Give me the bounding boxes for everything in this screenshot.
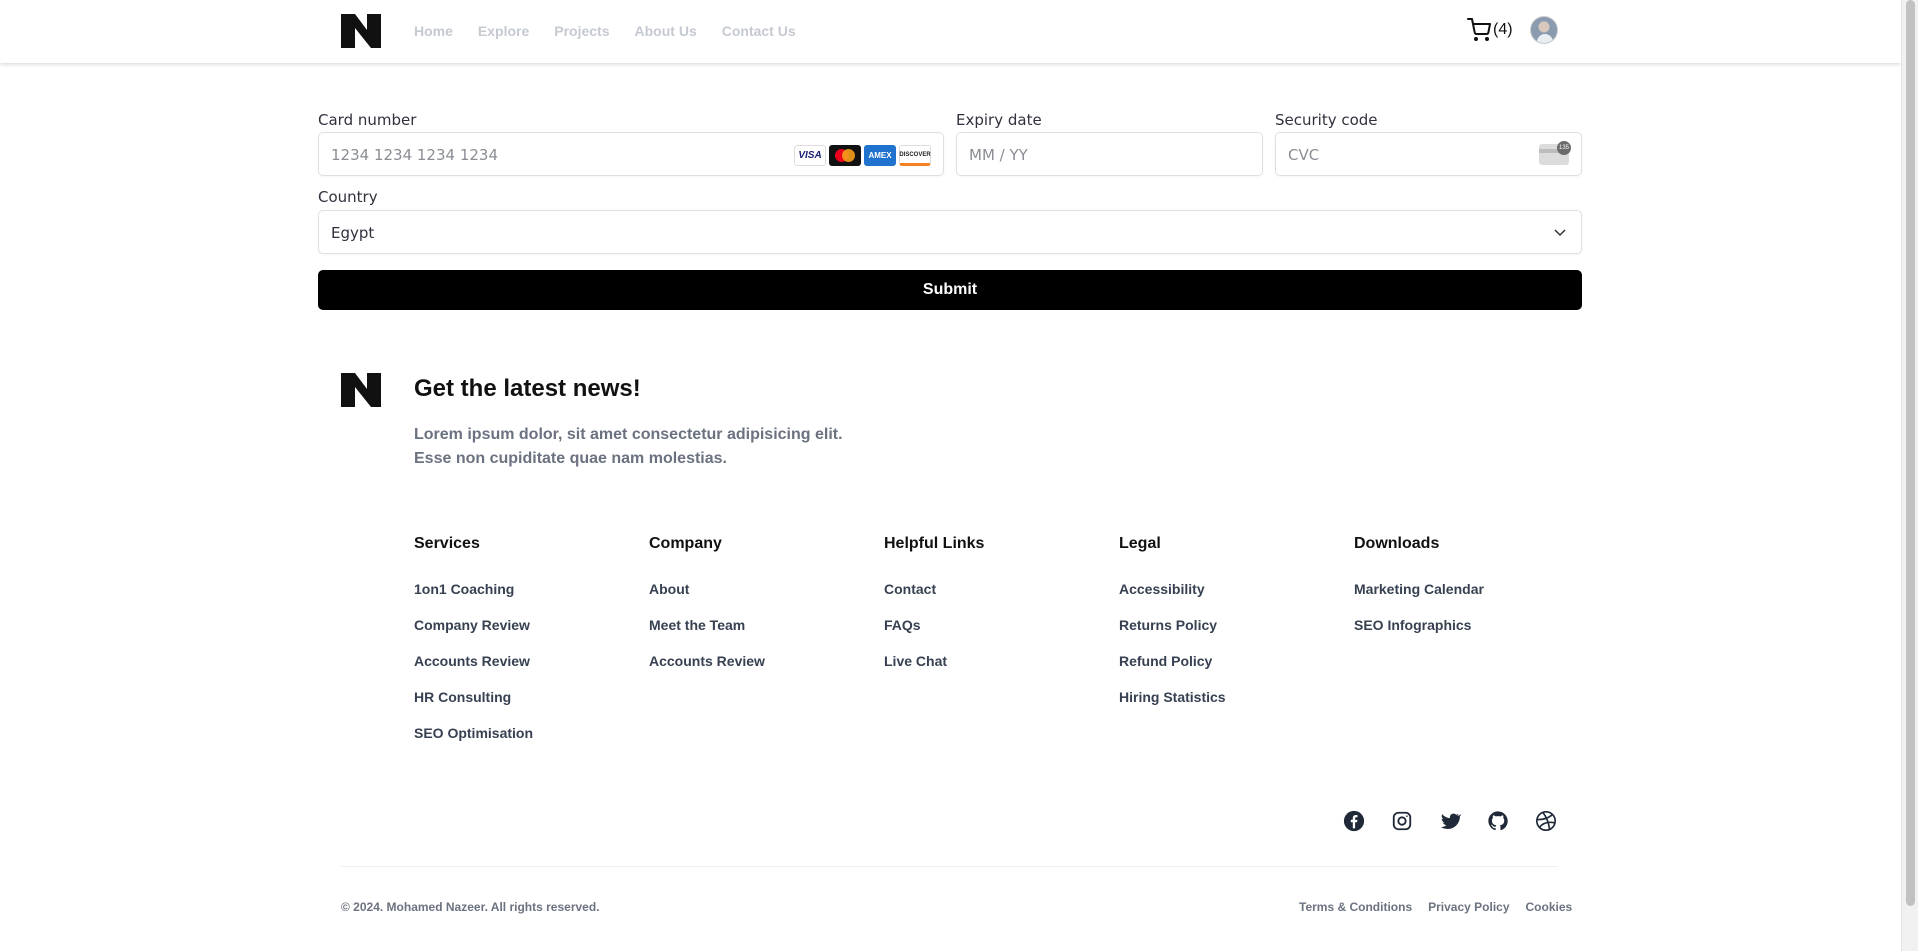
country-select[interactable]: Egypt xyxy=(318,210,1582,254)
page-scrollbar[interactable] xyxy=(1901,0,1918,951)
footer-column-downloads: Downloads Marketing Calendar SEO Infogra… xyxy=(1354,535,1484,653)
card-number-placeholder: 1234 1234 1234 1234 xyxy=(331,146,498,164)
submit-button[interactable]: Submit xyxy=(318,270,1582,310)
footer-link[interactable]: Live Chat xyxy=(884,653,984,689)
card-number-field[interactable]: 1234 1234 1234 1234 VISA AMEX DISCOVER xyxy=(318,132,944,176)
privacy-policy-link[interactable]: Privacy Policy xyxy=(1428,900,1509,914)
visa-icon: VISA xyxy=(794,145,826,166)
footer-heading: Services xyxy=(414,535,480,552)
country-label: Country xyxy=(318,188,378,206)
security-code-label: Security code xyxy=(1275,111,1378,129)
newsletter-title: Get the latest news! xyxy=(414,375,641,402)
dribbble-icon[interactable] xyxy=(1535,810,1557,832)
amex-icon: AMEX xyxy=(864,145,896,166)
expiry-field[interactable]: MM / YY xyxy=(956,132,1263,176)
mastercard-icon xyxy=(829,145,861,166)
copyright-text: © 2024. Mohamed Nazeer. All rights reser… xyxy=(341,900,600,914)
footer-column-helpful-links: Helpful Links Contact FAQs Live Chat xyxy=(884,535,984,689)
terms-link[interactable]: Terms & Conditions xyxy=(1299,900,1412,914)
footer-divider xyxy=(341,866,1558,867)
footer-legal-links: Terms & Conditions Privacy Policy Cookie… xyxy=(1299,900,1572,914)
footer-heading: Company xyxy=(649,535,722,552)
scrollbar-thumb[interactable] xyxy=(1906,0,1915,906)
cart-count: (4) xyxy=(1493,21,1513,38)
country-value: Egypt xyxy=(331,224,375,242)
chevron-down-icon xyxy=(1554,229,1566,237)
brand-logo[interactable] xyxy=(341,14,381,48)
security-code-placeholder: CVC xyxy=(1288,146,1320,164)
footer-column-services: Services 1on1 Coaching Company Review Ac… xyxy=(414,535,533,761)
expiry-label: Expiry date xyxy=(956,111,1042,129)
footer-link[interactable]: FAQs xyxy=(884,617,984,653)
user-avatar[interactable] xyxy=(1530,16,1558,44)
facebook-icon[interactable] xyxy=(1343,810,1365,832)
cart-button[interactable]: (4) xyxy=(1467,18,1513,42)
footer-link[interactable]: SEO Optimisation xyxy=(414,725,533,761)
nav-explore[interactable]: Explore xyxy=(478,23,529,39)
footer-logo xyxy=(341,373,381,407)
nav-about-us[interactable]: About Us xyxy=(635,23,697,39)
footer-link[interactable]: Accounts Review xyxy=(414,653,533,689)
footer-link[interactable]: Returns Policy xyxy=(1119,617,1226,653)
top-navbar: Home Explore Projects About Us Contact U… xyxy=(0,0,1901,63)
expiry-placeholder: MM / YY xyxy=(969,146,1028,164)
footer-link[interactable]: Company Review xyxy=(414,617,533,653)
footer-link[interactable]: Meet the Team xyxy=(649,617,765,653)
nav-projects[interactable]: Projects xyxy=(554,23,609,39)
discover-icon: DISCOVER xyxy=(899,145,931,166)
github-icon[interactable] xyxy=(1487,810,1509,832)
footer-link[interactable]: About xyxy=(649,581,765,617)
footer-link[interactable]: Accessibility xyxy=(1119,581,1226,617)
card-number-label: Card number xyxy=(318,111,417,129)
footer-link[interactable]: Refund Policy xyxy=(1119,653,1226,689)
footer-link[interactable]: Accounts Review xyxy=(649,653,765,689)
footer-heading: Legal xyxy=(1119,535,1161,552)
cookies-link[interactable]: Cookies xyxy=(1526,900,1573,914)
newsletter-text: Lorem ipsum dolor, sit amet consectetur … xyxy=(414,426,843,467)
footer-link[interactable]: HR Consulting xyxy=(414,689,533,725)
footer-column-legal: Legal Accessibility Returns Policy Refun… xyxy=(1119,535,1226,725)
nav-contact-us[interactable]: Contact Us xyxy=(722,23,796,39)
footer-column-company: Company About Meet the Team Accounts Rev… xyxy=(649,535,765,689)
card-brand-icons: VISA AMEX DISCOVER xyxy=(794,145,931,166)
twitter-icon[interactable] xyxy=(1439,810,1461,832)
nav-home[interactable]: Home xyxy=(414,23,453,39)
footer-heading: Downloads xyxy=(1354,535,1440,552)
footer-link[interactable]: Contact xyxy=(884,581,984,617)
footer-link[interactable]: SEO Infographics xyxy=(1354,617,1484,653)
footer-link[interactable]: Hiring Statistics xyxy=(1119,689,1226,725)
main-nav: Home Explore Projects About Us Contact U… xyxy=(414,0,821,61)
cart-icon xyxy=(1467,18,1491,41)
footer-link[interactable]: 1on1 Coaching xyxy=(414,581,533,617)
footer-heading: Helpful Links xyxy=(884,535,985,552)
security-code-field[interactable]: CVC 135 xyxy=(1275,132,1582,176)
cvc-card-icon: 135 xyxy=(1539,141,1571,165)
footer-link[interactable]: Marketing Calendar xyxy=(1354,581,1484,617)
instagram-icon[interactable] xyxy=(1391,810,1413,832)
social-links xyxy=(1317,810,1557,832)
